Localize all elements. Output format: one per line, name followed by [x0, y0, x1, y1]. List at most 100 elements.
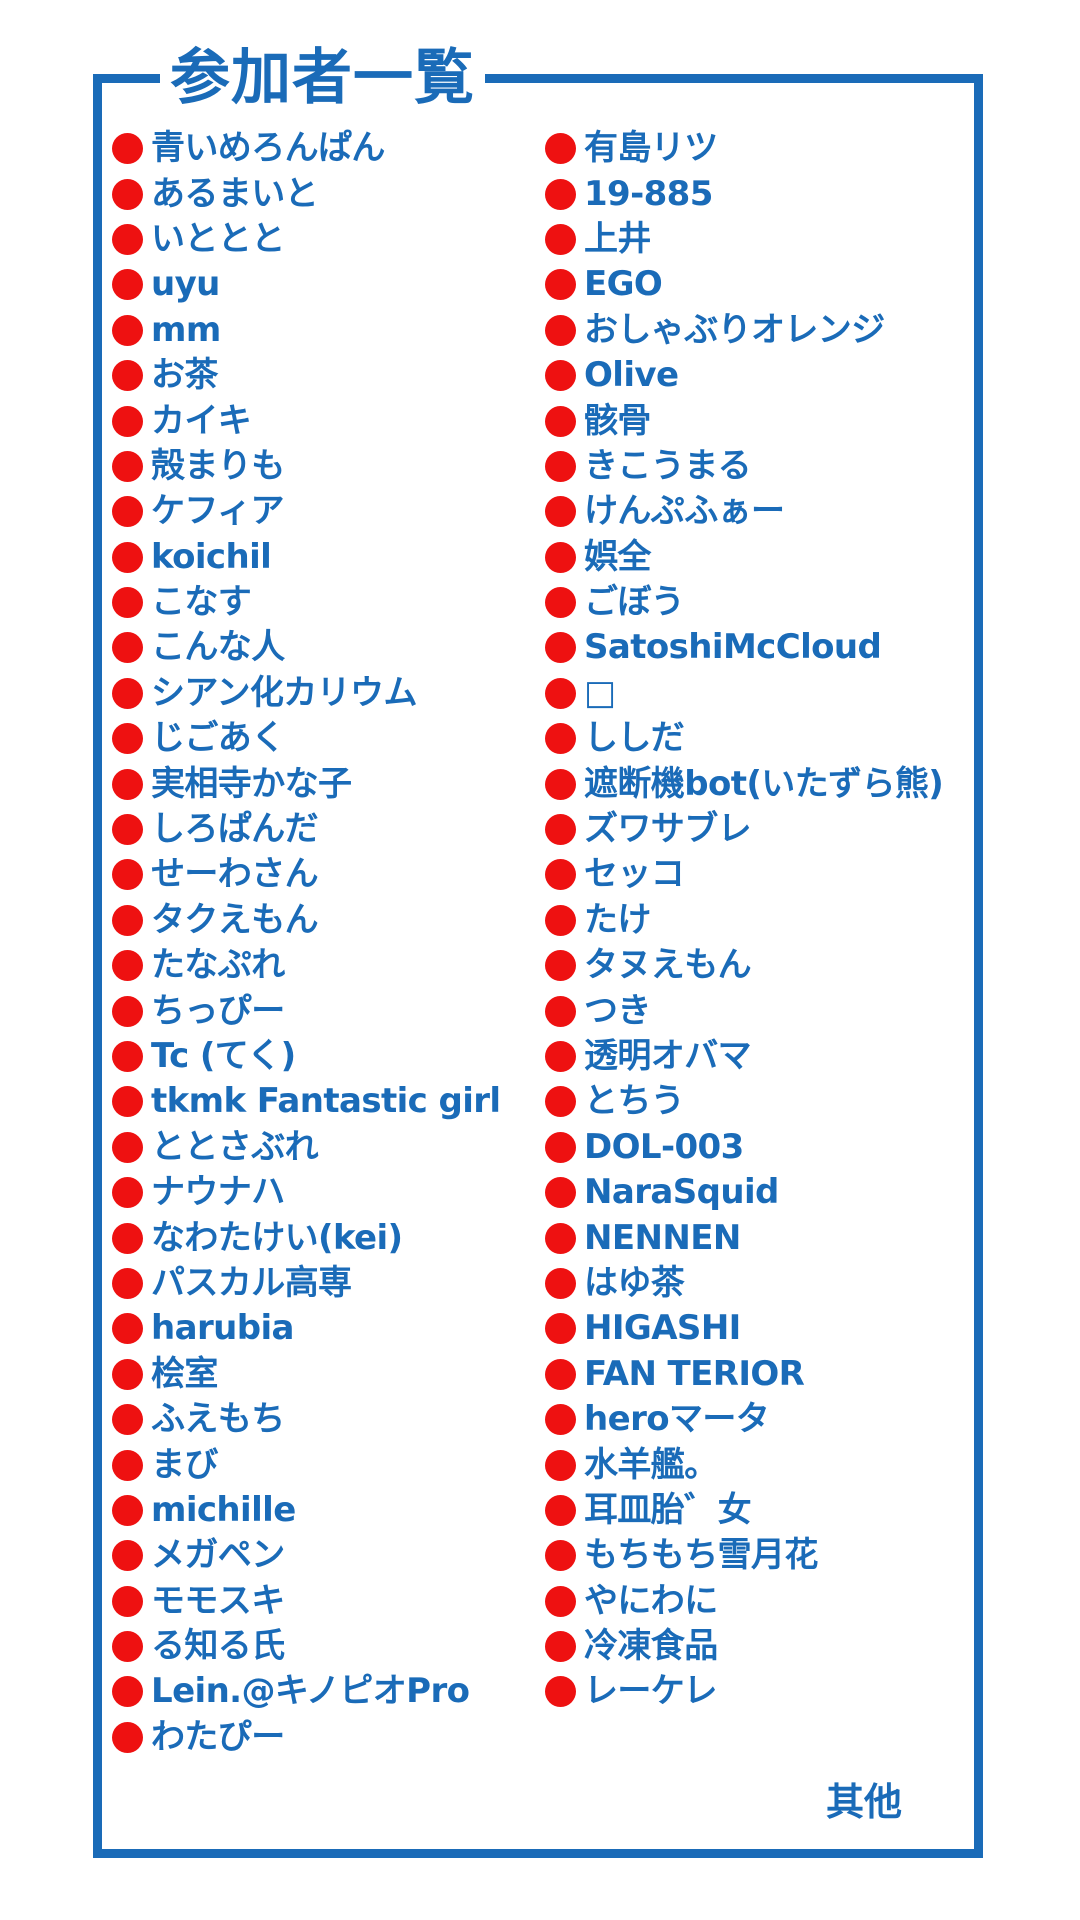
participant-name: とちう [584, 1081, 685, 1122]
bullet-dot-icon [545, 768, 576, 800]
participant-item: NaraSquid [545, 1170, 975, 1215]
bullet-dot-icon [112, 314, 143, 346]
bullet-dot-icon [112, 1041, 143, 1072]
participant-item: michille [112, 1488, 532, 1533]
bullet-dot-icon [545, 314, 576, 346]
participant-item: とちう [545, 1079, 975, 1124]
bullet-dot-icon [545, 859, 576, 891]
participant-name: もちもち雪月花 [584, 1535, 818, 1576]
bullet-dot-icon [545, 405, 576, 437]
participant-item: 遮断機bot(いたずら熊) [545, 761, 975, 806]
participant-name: レーケレ [584, 1671, 718, 1712]
participant-item: パスカル高専 [112, 1261, 532, 1306]
participant-item: せーわさん [112, 852, 532, 897]
participant-name: あるまいと [151, 173, 319, 214]
participant-name: る知る氏 [151, 1626, 285, 1667]
participant-name: ふえもち [151, 1399, 285, 1440]
participant-name: ごぼう [584, 582, 685, 623]
bullet-dot-icon [112, 1631, 143, 1663]
participant-name: わたぴー [151, 1716, 285, 1757]
bullet-dot-icon [545, 1449, 576, 1481]
participant-name: 冷凍食品 [584, 1626, 718, 1667]
bullet-dot-icon [112, 360, 143, 392]
participant-name: こなす [151, 582, 252, 623]
bullet-dot-icon [112, 496, 143, 528]
bullet-dot-icon [545, 1131, 576, 1163]
participant-item: ケフィア [112, 489, 532, 534]
participant-item: たなぷれ [112, 943, 532, 988]
participant-name: ズワサブレ [584, 809, 752, 850]
participant-name: koichil [151, 536, 272, 577]
bullet-dot-icon [545, 496, 576, 528]
participant-item: ズワサブレ [545, 807, 975, 852]
participant-item: じごあく [112, 716, 532, 761]
participant-name: 娯全 [584, 536, 651, 577]
participant-item: 実相寺かな子 [112, 761, 532, 806]
bullet-dot-icon [545, 1313, 576, 1345]
bullet-dot-icon [545, 1494, 576, 1526]
bullet-dot-icon [545, 1676, 576, 1708]
bullet-dot-icon [545, 360, 576, 392]
participant-item: おしゃぶりオレンジ [545, 308, 975, 353]
participant-name: Olive [584, 355, 679, 396]
bullet-dot-icon [545, 904, 576, 936]
participant-name: けんぷふぁー [584, 491, 785, 532]
bullet-dot-icon [112, 1721, 143, 1753]
participant-item: つき [545, 988, 975, 1033]
bullet-dot-icon [112, 178, 143, 210]
participant-column-right: 有島リツ 19-885 上井 EGO おしゃぶりオレンジ Olive 骸骨 きこうまる けんぷふ… [545, 126, 975, 1715]
participant-item: FAN TERIOR [545, 1352, 975, 1397]
participant-item: る知る氏 [112, 1624, 532, 1669]
participant-item: 透明オバマ [545, 1034, 975, 1079]
bullet-dot-icon [112, 133, 143, 165]
participant-name: まび [151, 1444, 218, 1485]
bullet-dot-icon [112, 768, 143, 800]
bullet-dot-icon [545, 995, 576, 1027]
participant-item: ナウナハ [112, 1170, 532, 1215]
participant-item: やにわに [545, 1579, 975, 1624]
participant-name: 骸骨 [584, 400, 651, 441]
bullet-dot-icon [545, 677, 576, 709]
bullet-dot-icon [545, 814, 576, 846]
bullet-dot-icon [112, 1177, 143, 1209]
bullet-dot-icon [112, 450, 143, 482]
bullet-dot-icon [545, 587, 576, 619]
participant-name: たなぷれ [151, 945, 285, 986]
participant-name: こんな人 [151, 627, 285, 668]
participant-item: ちっぴー [112, 988, 532, 1033]
bullet-dot-icon [545, 178, 576, 210]
participant-item: koichil [112, 535, 532, 580]
bullet-dot-icon [545, 950, 576, 982]
participant-name: 桧室 [151, 1353, 218, 1394]
participant-name: ととさぶれ [151, 1126, 319, 1167]
participant-item: 耳皿胎゛女 [545, 1488, 975, 1533]
bullet-dot-icon [545, 269, 576, 301]
bullet-dot-icon [112, 859, 143, 891]
participant-item: たけ [545, 898, 975, 943]
bullet-dot-icon [545, 1041, 576, 1072]
participant-item: しろぱんだ [112, 807, 532, 852]
participant-name: パスカル高専 [151, 1262, 352, 1303]
participant-name: 殻まりも [151, 445, 285, 486]
participant-name: tkmk Fantastic girl [151, 1081, 501, 1122]
participant-item: SatoshiMcCloud [545, 625, 975, 670]
participant-name: harubia [151, 1308, 294, 1349]
participant-name: HIGASHI [584, 1308, 741, 1349]
bullet-dot-icon [112, 1222, 143, 1254]
bullet-dot-icon [545, 1404, 576, 1436]
participant-item: メガペン [112, 1533, 532, 1578]
participant-name: おしゃぶりオレンジ [584, 309, 885, 350]
participant-name: しろぱんだ [151, 809, 319, 850]
participant-item: ししだ [545, 716, 975, 761]
bullet-dot-icon [112, 1358, 143, 1390]
participant-item: 有島リツ [545, 126, 975, 171]
participant-name: 青いめろんぱん [151, 128, 385, 169]
bullet-dot-icon [545, 223, 576, 255]
participant-name: はゆ茶 [584, 1262, 685, 1303]
bullet-dot-icon [112, 1540, 143, 1572]
bullet-dot-icon [112, 723, 143, 755]
participant-item: シアン化カリウム [112, 671, 532, 716]
participant-item: ごぼう [545, 580, 975, 625]
participant-name: 遮断機bot(いたずら熊) [584, 763, 944, 804]
participant-item: □ [545, 671, 975, 716]
